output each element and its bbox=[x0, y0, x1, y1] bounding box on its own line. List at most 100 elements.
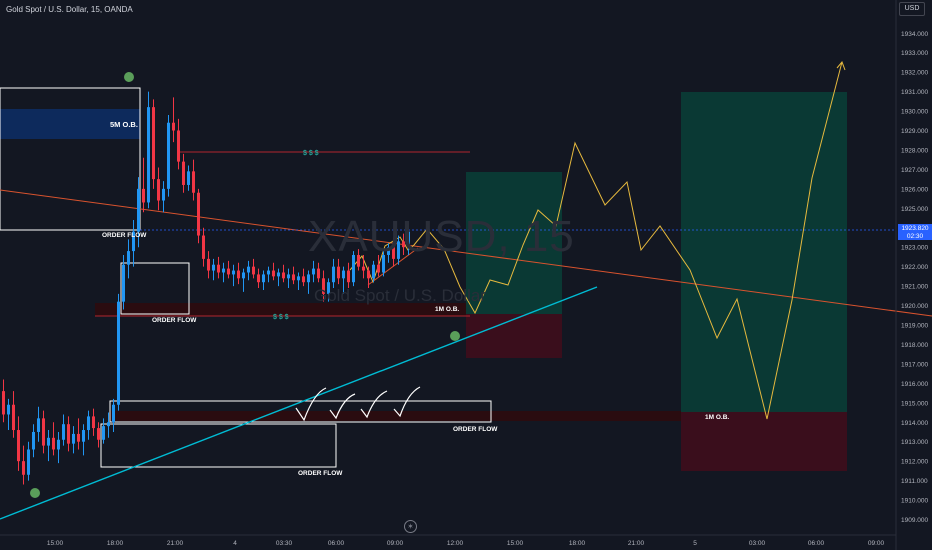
candle-body[interactable] bbox=[57, 439, 60, 450]
price-tick-label: 1916.000 bbox=[901, 381, 928, 388]
candle-body[interactable] bbox=[347, 270, 350, 283]
candle-body[interactable] bbox=[197, 192, 200, 236]
candle-body[interactable] bbox=[127, 251, 130, 265]
candle-body[interactable] bbox=[237, 270, 240, 279]
candle-body[interactable] bbox=[217, 264, 220, 273]
candle-body[interactable] bbox=[172, 122, 175, 131]
candle-body[interactable] bbox=[142, 188, 145, 203]
candle-body[interactable] bbox=[167, 122, 170, 189]
candle-body[interactable] bbox=[307, 274, 310, 283]
time-axis[interactable]: 15:00 18:00 21:00 4 03:30 06:00 09:00 12:00 15:0… bbox=[47, 540, 885, 547]
price-tick-label: 1915.000 bbox=[901, 400, 928, 407]
price-tick-label: 1911.000 bbox=[901, 478, 928, 485]
cyan-trendline[interactable] bbox=[0, 286, 598, 520]
chart-canvas[interactable]: 1909.000 1910.000 1911.000 1912.000 1913.000… bbox=[0, 0, 932, 550]
pivot-dot-bottom[interactable] bbox=[30, 488, 40, 498]
candle-body[interactable] bbox=[17, 430, 20, 462]
long-position-1-loss[interactable] bbox=[466, 314, 562, 358]
time-tick-label: 03:30 bbox=[276, 540, 293, 547]
label-liquidity-top: $ $ $ bbox=[303, 150, 319, 157]
candle-body[interactable] bbox=[342, 270, 345, 279]
candle-body[interactable] bbox=[207, 258, 210, 271]
price-axis[interactable]: 1909.000 1910.000 1911.000 1912.000 1913.000… bbox=[901, 31, 928, 524]
candle-body[interactable] bbox=[317, 268, 320, 279]
candle-body[interactable] bbox=[257, 274, 260, 283]
candle-body[interactable] bbox=[212, 264, 215, 271]
candle-body[interactable] bbox=[362, 266, 365, 271]
candle-body[interactable] bbox=[222, 268, 225, 273]
label-order-flow-1: ORDER FLOW bbox=[102, 232, 147, 239]
candle-body[interactable] bbox=[177, 130, 180, 162]
candle-body[interactable] bbox=[47, 437, 50, 446]
candle-body[interactable] bbox=[227, 268, 230, 275]
candle-body[interactable] bbox=[312, 268, 315, 275]
candle-body[interactable] bbox=[62, 424, 65, 440]
candle-body[interactable] bbox=[117, 301, 120, 405]
candle-body[interactable] bbox=[372, 264, 375, 279]
candle-body[interactable] bbox=[252, 266, 255, 275]
pivot-dot-mid[interactable] bbox=[450, 331, 460, 341]
candle-body[interactable] bbox=[242, 272, 245, 279]
time-tick-label: 21:00 bbox=[167, 540, 184, 547]
pivot-dot-top[interactable] bbox=[124, 72, 134, 82]
candle-body[interactable] bbox=[192, 171, 195, 193]
candle-body[interactable] bbox=[202, 235, 205, 259]
candle-body[interactable] bbox=[152, 107, 155, 180]
candle-body[interactable] bbox=[377, 264, 380, 273]
candle-body[interactable] bbox=[187, 171, 190, 185]
candle-body[interactable] bbox=[337, 266, 340, 279]
candle-body[interactable] bbox=[42, 418, 45, 446]
candle-body[interactable] bbox=[22, 461, 25, 475]
candle-body[interactable] bbox=[92, 416, 95, 429]
time-tick-label: 18:00 bbox=[107, 540, 124, 547]
candle-body[interactable] bbox=[297, 276, 300, 281]
order-flow-box-3[interactable] bbox=[100, 423, 337, 468]
label-order-flow-3: ORDER FLOW bbox=[453, 426, 498, 433]
candle-body[interactable] bbox=[122, 264, 125, 302]
candle-body[interactable] bbox=[182, 161, 185, 185]
candle-body[interactable] bbox=[277, 272, 280, 277]
candle-body[interactable] bbox=[262, 274, 265, 283]
candle-body[interactable] bbox=[247, 266, 250, 273]
candle-body[interactable] bbox=[332, 266, 335, 283]
candle-body[interactable] bbox=[112, 404, 115, 423]
price-tick-label: 1918.000 bbox=[901, 342, 928, 349]
candle-body[interactable] bbox=[37, 418, 40, 432]
price-tick-label: 1909.000 bbox=[901, 517, 928, 524]
price-tick-label: 1934.000 bbox=[901, 31, 928, 38]
label-liquidity-mid: $ $ $ bbox=[273, 314, 289, 321]
candle-body[interactable] bbox=[107, 422, 110, 427]
candle-body[interactable] bbox=[27, 449, 30, 475]
candle-body[interactable] bbox=[157, 179, 160, 201]
candle-body[interactable] bbox=[282, 272, 285, 279]
candle-body[interactable] bbox=[12, 404, 15, 431]
chart-title[interactable]: Gold Spot / U.S. Dollar, 15, OANDA bbox=[6, 5, 133, 14]
candle-body[interactable] bbox=[67, 424, 70, 444]
candle-body[interactable] bbox=[7, 404, 10, 415]
candle-body[interactable] bbox=[97, 428, 100, 440]
candle-body[interactable] bbox=[82, 430, 85, 442]
candle-body[interactable] bbox=[2, 391, 5, 415]
time-tick-label: 06:00 bbox=[808, 540, 825, 547]
currency-button[interactable]: USD bbox=[899, 2, 925, 16]
candle-body[interactable] bbox=[77, 433, 80, 442]
candle-body[interactable] bbox=[292, 274, 295, 281]
candle-body[interactable] bbox=[287, 274, 290, 279]
tradingview-logo-icon[interactable]: ✶ bbox=[404, 520, 417, 533]
candle-body[interactable] bbox=[102, 426, 105, 440]
candle-body[interactable] bbox=[87, 416, 90, 431]
candle-body[interactable] bbox=[52, 437, 55, 450]
candle-body[interactable] bbox=[32, 431, 35, 450]
candle-body[interactable] bbox=[72, 433, 75, 444]
time-tick-label: 03:00 bbox=[749, 540, 766, 547]
candle-body[interactable] bbox=[302, 276, 305, 283]
ob-red-long-zone[interactable] bbox=[110, 411, 681, 421]
price-tick-label: 1913.000 bbox=[901, 439, 928, 446]
candle-body[interactable] bbox=[232, 270, 235, 275]
candle-body[interactable] bbox=[137, 188, 140, 232]
candle-body[interactable] bbox=[272, 270, 275, 277]
candle-body[interactable] bbox=[367, 270, 370, 279]
candle-body[interactable] bbox=[147, 107, 150, 203]
candle-body[interactable] bbox=[267, 270, 270, 275]
candle-body[interactable] bbox=[162, 188, 165, 201]
